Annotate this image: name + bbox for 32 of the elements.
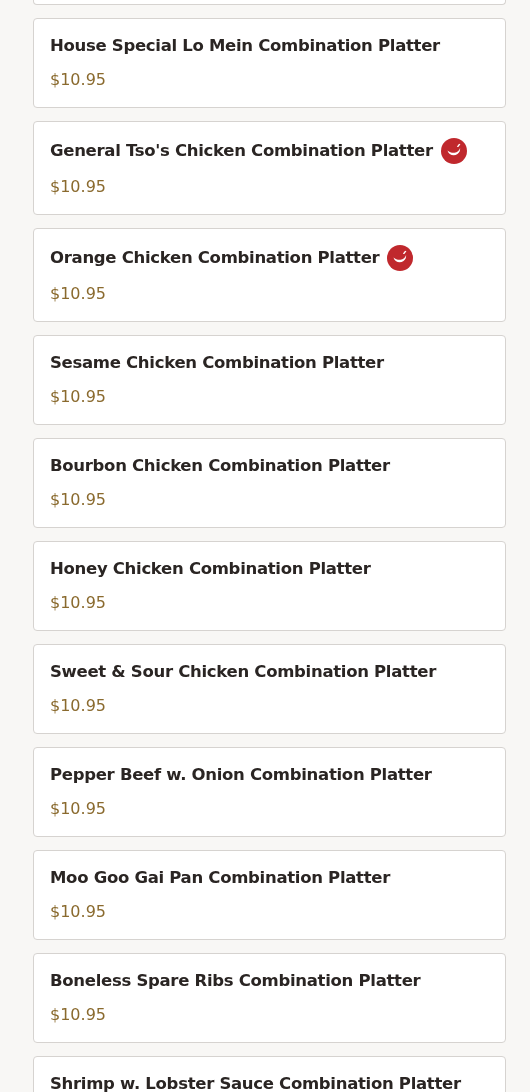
menu-card[interactable]: Sweet & Sour Chicken Combination Platter $10.95 <box>33 644 506 734</box>
dish-price: $10.95 <box>50 592 107 614</box>
dish-name: Sweet & Sour Chicken Combination Platter <box>50 661 436 683</box>
menu-card[interactable]: General Tso's Chicken Combination Platter $10.95 <box>33 121 506 215</box>
menu-card[interactable]: Boneless Spare Ribs Combination Platter $10.95 <box>33 953 506 1043</box>
dish-name: House Special Lo Mein Combination Platter <box>50 35 440 57</box>
menu-card[interactable]: Orange Chicken Combination Platter $10.95 <box>33 228 506 322</box>
dish-name: Sesame Chicken Combination Platter <box>50 352 384 374</box>
menu-card[interactable]: Honey Chicken Combination Platter $10.95 <box>33 541 506 631</box>
dish-name: Orange Chicken Combination Platter <box>50 247 380 269</box>
dish-name: Pepper Beef w. Onion Combination Platter <box>50 764 432 786</box>
dish-name: Honey Chicken Combination Platter <box>50 558 371 580</box>
menu-card[interactable]: Pepper Beef w. Onion Combination Platter $10.95 <box>33 747 506 837</box>
dish-name: Shrimp w. Lobster Sauce Combination Platter <box>50 1073 461 1092</box>
dish-price: $10.95 <box>50 695 107 717</box>
dish-price: $10.95 <box>50 176 107 198</box>
dish-price: $10.95 <box>50 901 107 923</box>
menu-card[interactable]: Sesame Chicken Combination Platter $10.95 <box>33 335 506 425</box>
dish-name: Boneless Spare Ribs Combination Platter <box>50 970 421 992</box>
dish-price: $10.95 <box>50 798 107 820</box>
dish-price: $10.95 <box>50 1004 107 1026</box>
dish-name: General Tso's Chicken Combination Platter <box>50 140 433 162</box>
dish-name: Moo Goo Gai Pan Combination Platter <box>50 867 390 889</box>
dish-price: $10.95 <box>50 283 107 305</box>
dish-price: $10.95 <box>50 489 107 511</box>
menu-card[interactable]: Moo Goo Gai Pan Combination Platter $10.95 <box>33 850 506 940</box>
menu-card[interactable]: Shrimp w. Lobster Sauce Combination Platter <box>33 1056 506 1092</box>
dish-name: Bourbon Chicken Combination Platter <box>50 455 390 477</box>
menu-card[interactable]: Bourbon Chicken Combination Platter $10.95 <box>33 438 506 528</box>
dish-price: $10.95 <box>50 69 107 91</box>
menu-card[interactable]: House Special Lo Mein Combination Platter $10.95 <box>33 18 506 108</box>
dish-price: $10.95 <box>50 386 107 408</box>
